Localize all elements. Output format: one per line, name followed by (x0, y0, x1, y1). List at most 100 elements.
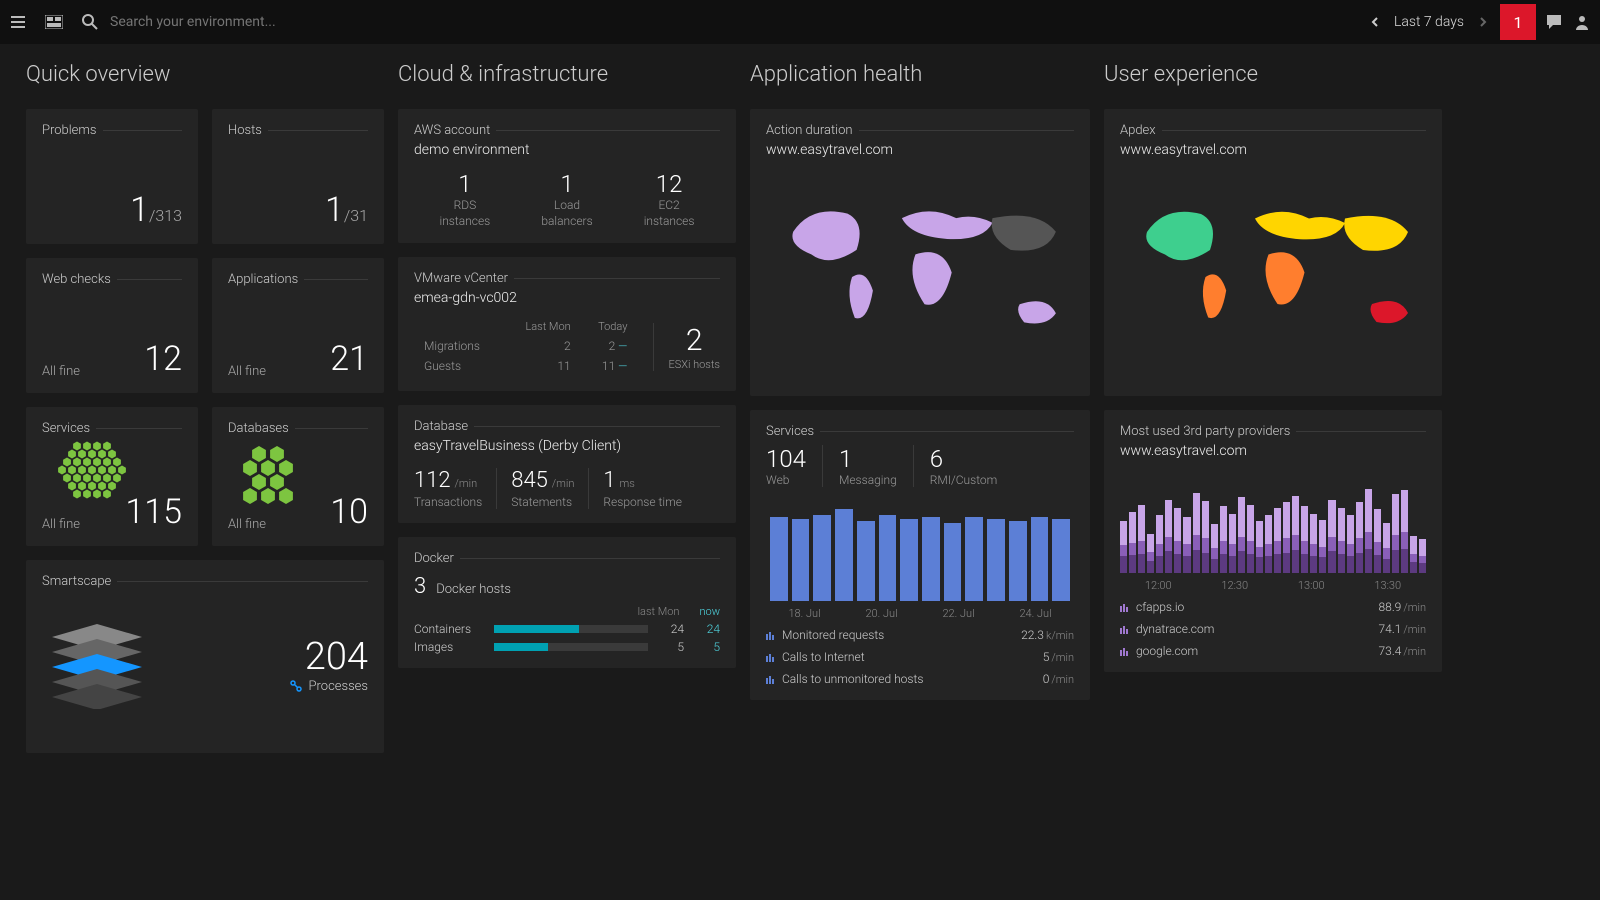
chevron-left-icon[interactable] (1366, 13, 1384, 31)
bar (1283, 502, 1290, 573)
bar (1319, 520, 1326, 573)
bar (1292, 496, 1299, 573)
tile-aws[interactable]: AWS account demo environment 1RDSinstanc… (398, 109, 736, 243)
topbar: Last 7 days 1 (0, 0, 1600, 44)
bar (1147, 534, 1154, 573)
db-metric: 845 /minStatements (511, 468, 589, 509)
bar (1347, 515, 1354, 573)
tile-problems[interactable]: Problems 1/313 (26, 109, 198, 244)
dashboard-grid: Quick overview Problems 1/313 Hosts 1/31… (0, 44, 1600, 771)
table-row: Migrations22 — (416, 337, 635, 355)
bar (1220, 506, 1227, 573)
bar (1156, 515, 1163, 573)
bar (1401, 490, 1408, 573)
bar (1174, 508, 1181, 573)
bar (1120, 521, 1127, 573)
tile-docker[interactable]: Docker 3Docker hosts last Monnow Contain… (398, 537, 736, 668)
bar (965, 517, 983, 601)
user-icon[interactable] (1572, 12, 1592, 32)
bars-icon (766, 674, 776, 684)
bar (1138, 505, 1145, 573)
bar (1256, 521, 1263, 573)
alerts-badge[interactable]: 1 (1500, 4, 1536, 40)
bar (1247, 505, 1254, 573)
bar (1310, 514, 1317, 573)
docker-metric-row: Images55 (414, 640, 720, 654)
bars-icon (1120, 602, 1130, 612)
tile-apdex[interactable]: Apdex www.easytravel.com (1104, 109, 1442, 396)
bar (1374, 509, 1381, 573)
tile-database[interactable]: Database easyTravelBusiness (Derby Clien… (398, 405, 736, 523)
list-item: Calls to unmonitored hosts0/min (766, 672, 1074, 686)
bar (1265, 515, 1272, 573)
link-icon (289, 679, 303, 693)
bar (1165, 500, 1172, 573)
timerange-label: Last 7 days (1394, 14, 1464, 30)
dashboard-icon[interactable] (44, 12, 64, 32)
db-metric: 1 msResponse time (603, 468, 696, 509)
bar (1229, 514, 1236, 573)
bar (1338, 508, 1345, 573)
bar (1365, 489, 1372, 573)
bar (1392, 494, 1399, 573)
bars-icon (1120, 646, 1130, 656)
chevron-right-icon[interactable] (1474, 13, 1492, 31)
search-input[interactable] (110, 14, 410, 30)
bar (1356, 502, 1363, 573)
bar (1052, 519, 1070, 601)
hexagon-icon (228, 436, 328, 506)
list-item: cfapps.io88.9/min (1120, 600, 1426, 614)
service-metric: 1Messaging (839, 445, 914, 487)
aws-metric: 1RDSinstances (440, 170, 491, 229)
tile-action-duration[interactable]: Action duration www.easytravel.com (750, 109, 1090, 396)
bar (1129, 512, 1136, 573)
tile-services[interactable]: Services All fine115 (26, 407, 198, 546)
service-metric: 6RMI/Custom (930, 445, 1014, 487)
bar (1419, 539, 1426, 573)
section-health-title: Application health (750, 62, 1090, 87)
list-item: Calls to Internet5/min (766, 650, 1074, 664)
tile-hosts[interactable]: Hosts 1/31 (212, 109, 384, 244)
bar (770, 517, 788, 601)
list-item: dynatrace.com74.1/min (1120, 622, 1426, 636)
bar (857, 521, 875, 601)
section-overview-title: Quick overview (26, 62, 384, 87)
world-map (1120, 158, 1426, 378)
bar (813, 515, 831, 601)
chat-icon[interactable] (1544, 12, 1564, 32)
bars-icon (766, 652, 776, 662)
db-metric: 112 /minTransactions (414, 468, 497, 509)
list-item: Monitored requests22.3k/min (766, 628, 1074, 642)
bars-icon (1120, 624, 1130, 634)
tile-smartscape[interactable]: Smartscape 204 Processes (26, 560, 384, 753)
bar (1410, 536, 1417, 573)
bar (879, 515, 897, 601)
bar (987, 519, 1005, 601)
tile-applications[interactable]: Applications All fine21 (212, 258, 384, 393)
tile-providers[interactable]: Most used 3rd party providers www.easytr… (1104, 410, 1442, 672)
table-row: Guests1111 — (416, 357, 635, 375)
aws-metric: 12EC2instances (644, 170, 695, 229)
docker-metric-row: Containers2424 (414, 622, 720, 636)
bar (944, 523, 962, 601)
tile-webchecks[interactable]: Web checks All fine12 (26, 258, 198, 393)
search-icon[interactable] (80, 12, 100, 32)
bar (792, 519, 810, 601)
timerange-picker[interactable]: Last 7 days (1366, 13, 1492, 31)
bar (1328, 500, 1335, 573)
tile-vmware[interactable]: VMware vCenter emea-gdn-vc002 Last MonTo… (398, 257, 736, 391)
bar (1211, 524, 1218, 573)
section-cloud-title: Cloud & infrastructure (398, 62, 736, 87)
world-map (766, 158, 1074, 378)
layers-icon (42, 619, 152, 709)
bar (1031, 517, 1049, 601)
bar (1383, 523, 1390, 573)
bar (900, 519, 918, 601)
aws-metric: 1Loadbalancers (541, 170, 592, 229)
menu-icon[interactable] (8, 12, 28, 32)
tile-health-services[interactable]: Services 104Web1Messaging6RMI/Custom 18.… (750, 410, 1090, 700)
bar (1274, 508, 1281, 573)
bar (1301, 506, 1308, 573)
bar (835, 509, 853, 601)
tile-databases[interactable]: Databases All fine10 (212, 407, 384, 546)
